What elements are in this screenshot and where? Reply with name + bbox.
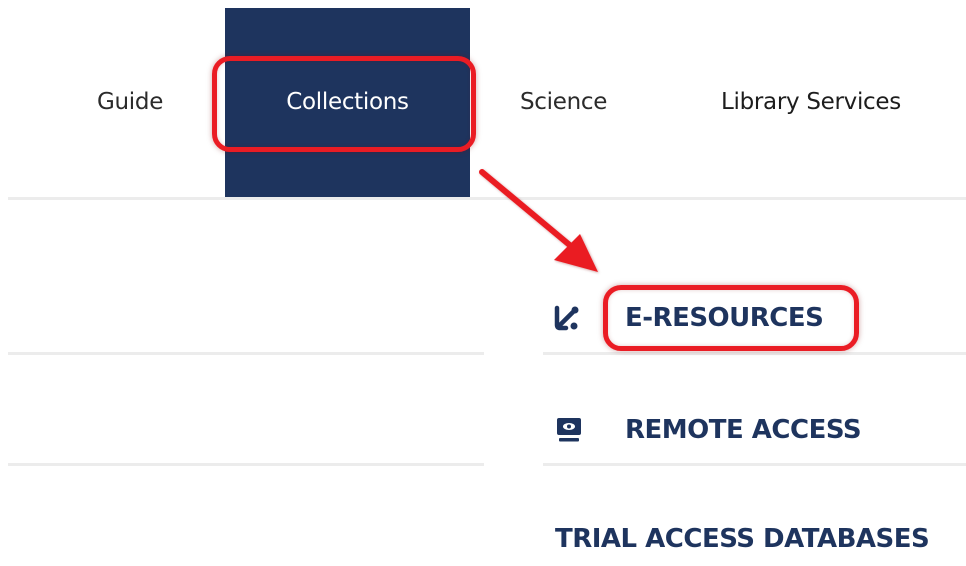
annotation-arrow-icon [479,169,598,272]
left-column-divider-2 [8,463,484,466]
nav-item-library-services[interactable]: Library Services [721,84,901,120]
menu-divider-2 [543,463,966,466]
connection-icon [554,305,579,331]
nav-item-collections[interactable]: Collections [225,84,470,120]
page: Guide Collections Science Library Servic… [0,0,966,566]
left-column-divider-1 [8,352,484,355]
menu-item-trial-access-databases[interactable]: TRIAL ACCESS DATABASES [555,519,930,559]
menu-item-remote-access[interactable]: REMOTE ACCESS [625,410,862,450]
menu-divider-1 [543,352,966,355]
nav-item-guide[interactable]: Guide [97,84,163,120]
nav-item-science[interactable]: Science [520,84,607,120]
monitor-icon [557,418,581,442]
menu-item-e-resources[interactable]: E-RESOURCES [625,298,824,338]
